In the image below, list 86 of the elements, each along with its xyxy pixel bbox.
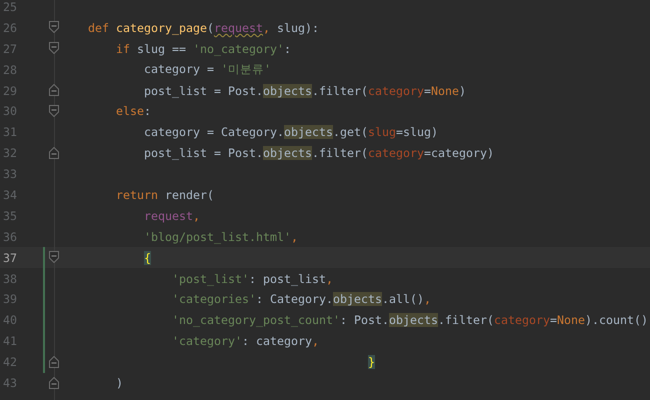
code-text: ) [116,376,123,390]
code-text: : post_list [249,272,326,286]
keyword-text: return [116,188,158,202]
fold-icon[interactable] [49,104,59,117]
line-number: 33 [2,167,18,182]
line-number: 28 [2,62,18,77]
code-text: ).count() [584,313,648,328]
fold-icon[interactable] [49,84,59,96]
highlighted-text: objects [262,146,312,160]
code-text: : [144,104,151,118]
comma-text: , [193,208,200,223]
code-text: .filter( [438,313,494,328]
line-number: 43 [2,376,18,390]
code-text: = [550,313,557,328]
string-literal: '미분류' [221,62,271,76]
keyword-argument: category [368,146,424,160]
keyword-text: def [88,20,110,35]
string-literal: 'no_category_post_count' [172,313,340,328]
keyword-argument: slug [368,125,396,140]
line-number: 29 [2,84,18,98]
fold-icon[interactable] [49,21,59,34]
highlighted-text: objects [333,292,382,306]
keyword-text: else [116,104,144,118]
keyword-argument: category [368,84,424,98]
code-text: = [424,84,431,98]
highlighted-text: objects [388,313,438,328]
line-number: 36 [2,230,18,244]
code-text: : Category. [256,292,333,306]
string-literal: 'category' [172,334,242,348]
line-number: 34 [2,188,18,202]
code-text: =slug) [396,125,438,140]
string-literal: 'post_list' [172,272,249,286]
parameter-text: request [144,208,193,223]
code-text: .all() [382,292,424,306]
matched-brace: } [368,355,375,370]
line-number: 40 [2,313,18,328]
keyword-argument: category [494,313,550,328]
comma-text: , [290,230,298,244]
highlighted-text: objects [262,84,312,98]
code-text: : Post. [340,313,389,328]
keyword-text: None [430,84,459,98]
code-text: slug): [277,20,319,35]
string-literal: 'categories' [172,292,256,306]
keyword-text: if [116,42,130,56]
keyword-text: None [556,313,585,328]
line-number: 32 [2,146,18,160]
highlighted-text: objects [284,125,333,140]
code-text: post_list = Post. [144,84,263,98]
code-text: .get( [332,125,368,140]
code-text: render( [165,188,214,202]
code-text: category = [144,62,215,76]
code-text: category = Category. [144,125,284,140]
line-number: 26 [2,20,18,35]
fold-icon[interactable] [49,376,59,389]
comma-text: , [263,20,270,35]
line-number: 37 [2,250,18,265]
comma-text: , [312,334,319,348]
code-text: post_list = Post. [144,146,263,160]
line-number: 30 [2,104,18,118]
code-text: .filter( [312,84,368,98]
code-text: : category [242,334,312,348]
line-number: 41 [2,334,18,348]
matched-brace: { [144,250,151,265]
code-text: slug == [137,42,187,56]
parameter-text: request [214,20,263,35]
fold-icon[interactable] [49,146,59,159]
code-text: =category) [424,146,494,160]
line-number: 31 [2,125,18,140]
function-name: category_page [116,20,207,35]
string-literal: 'blog/post_list.html' [144,230,291,244]
fold-icon[interactable] [49,42,59,54]
line-number: 25 [2,0,18,14]
comma-text: , [326,272,333,286]
line-number: 35 [2,208,18,223]
line-number: 27 [2,42,18,56]
code-text: .filter( [312,146,368,160]
string-literal: 'no_category' [193,42,284,56]
code-text: ( [207,20,214,35]
fold-icon[interactable] [49,356,59,368]
comma-text: , [424,292,431,306]
code-text: ) [458,84,466,98]
line-number: 42 [2,355,18,370]
code-text: : [284,42,291,56]
line-number: 39 [2,292,18,306]
line-number: 38 [2,272,18,286]
fold-icon[interactable] [49,251,59,264]
